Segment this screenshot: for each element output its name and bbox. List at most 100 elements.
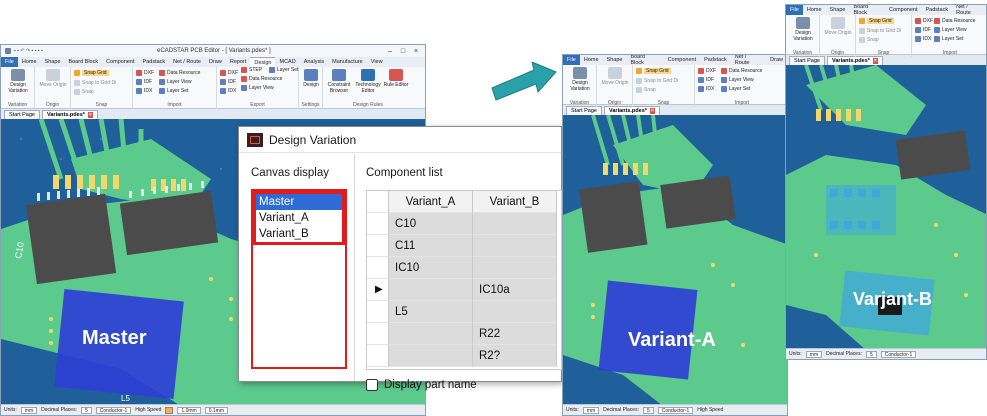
design-variation-button[interactable]: Design Variation	[565, 67, 595, 92]
import-data-resource[interactable]: Data Resource	[721, 68, 762, 74]
import-data-resource[interactable]: Data Resource	[159, 70, 200, 76]
variant-item-master[interactable]: Master	[256, 194, 342, 210]
snap-item-3[interactable]: Snap	[74, 89, 94, 95]
tab-design[interactable]: Design	[250, 57, 276, 67]
tab-net-route[interactable]: Net / Route	[731, 55, 766, 66]
import-idx[interactable]: IDX	[136, 88, 152, 94]
export-idx[interactable]: IDX	[220, 88, 236, 94]
column-header-variant-a[interactable]: Variant_A	[389, 191, 473, 213]
import-layer-set[interactable]: Layer Set	[934, 36, 963, 42]
tab-board-block[interactable]: Board Block	[64, 57, 102, 67]
decimal-places-select[interactable]: 5	[80, 406, 92, 414]
variant-item-b[interactable]: Variant_B	[256, 226, 342, 242]
import-idx[interactable]: IDX	[915, 36, 931, 42]
tab-start-page[interactable]: Start Page	[566, 106, 602, 115]
export-layer-set[interactable]: Layer Set	[269, 67, 298, 73]
import-idf[interactable]: IDF	[915, 27, 931, 33]
tab-home[interactable]: Home	[18, 57, 41, 67]
tab-padstack[interactable]: Padstack	[921, 5, 952, 15]
layer-select[interactable]: Conductor-1	[657, 406, 694, 414]
tab-manufacture[interactable]: Manufacture	[328, 57, 367, 67]
minimize-icon[interactable]: –	[385, 48, 395, 55]
tab-report[interactable]: Report	[226, 57, 251, 67]
tab-analysis[interactable]: Analysis	[300, 57, 328, 67]
rule-editor-button[interactable]: Rule Editor	[383, 69, 409, 88]
snap-item-2[interactable]: Snap to Grid Di	[74, 80, 116, 86]
move-origin-button[interactable]: Move Origin	[599, 67, 631, 86]
move-origin-button[interactable]: Move Origin	[37, 69, 69, 88]
tab-view[interactable]: View	[367, 57, 387, 67]
export-data-resource[interactable]: Data Resource	[241, 76, 282, 82]
import-layer-set[interactable]: Layer Set	[159, 88, 188, 94]
tab-variants-pdes[interactable]: Variants.pdes* ×	[827, 56, 883, 65]
move-origin-button[interactable]: Move Origin	[822, 17, 854, 36]
units-select[interactable]: mm	[805, 350, 823, 358]
table-row[interactable]: ▶ IC10a	[367, 279, 561, 301]
maximize-icon[interactable]: □	[398, 48, 408, 55]
table-row[interactable]: C11	[367, 235, 561, 257]
component-grid[interactable]: Variant_A Variant_B C10 C11 IC10 ▶ IC10a…	[366, 190, 562, 370]
units-select[interactable]: mm	[20, 406, 38, 414]
snap-item-3[interactable]: Snap	[636, 87, 656, 93]
design-settings-button[interactable]: Design	[301, 69, 321, 88]
design-variation-button[interactable]: Design Variation	[788, 17, 818, 42]
display-part-name-checkbox[interactable]	[366, 379, 378, 391]
tab-board-block[interactable]: Board Block	[849, 5, 885, 16]
import-layer-set[interactable]: Layer Set	[721, 86, 750, 92]
tab-component[interactable]: Component	[102, 57, 138, 67]
grid-size-1[interactable]: 1.0mm	[177, 406, 201, 414]
decimal-places-select[interactable]: 5	[642, 406, 654, 414]
pcb-canvas-variant-a[interactable]	[563, 115, 787, 406]
tab-draw[interactable]: Draw	[766, 55, 787, 65]
tab-file[interactable]: File	[1, 57, 18, 67]
table-row[interactable]: L5	[367, 301, 561, 323]
route-mode-icon[interactable]	[165, 406, 174, 414]
snap-grid-button[interactable]: Snap Grid	[74, 70, 109, 76]
close-icon[interactable]: ×	[411, 48, 421, 55]
tab-component[interactable]: Component	[885, 5, 921, 15]
column-header-variant-b[interactable]: Variant_B	[473, 191, 557, 213]
tab-home[interactable]: Home	[580, 55, 603, 65]
display-part-name-row[interactable]: Display part name	[366, 379, 477, 391]
tab-draw[interactable]: Draw	[205, 57, 226, 67]
export-dxf[interactable]: DXF	[220, 70, 238, 76]
import-layer-view[interactable]: Layer View	[721, 77, 754, 83]
import-dxf[interactable]: DXF	[915, 18, 933, 24]
export-idf[interactable]: IDF	[220, 79, 236, 85]
import-idf[interactable]: IDF	[136, 79, 152, 85]
tab-padstack[interactable]: Padstack	[139, 57, 170, 67]
design-variation-button[interactable]: Design Variation	[3, 69, 33, 94]
snap-grid-button[interactable]: Snap Grid	[859, 18, 894, 24]
tab-net-route[interactable]: Net / Route	[169, 57, 205, 67]
variant-listbox[interactable]: Master Variant_A Variant_B	[251, 189, 347, 369]
variant-item-a[interactable]: Variant_A	[256, 210, 342, 226]
layer-select[interactable]: Conductor-1	[95, 406, 132, 414]
tab-variants-pdes[interactable]: Variants.pdes* ×	[42, 110, 98, 119]
table-row[interactable]: C10	[367, 213, 561, 235]
import-idf[interactable]: IDF	[698, 77, 714, 83]
close-tab-icon[interactable]: ×	[87, 112, 93, 118]
decimal-places-select[interactable]: 5	[865, 350, 877, 358]
export-layer-view[interactable]: Layer View	[241, 85, 274, 91]
units-select[interactable]: mm	[582, 406, 600, 414]
tab-mcad[interactable]: MCAD	[275, 57, 299, 67]
import-dxf[interactable]: DXF	[136, 70, 154, 76]
technology-editor-button[interactable]: Technology Editor	[354, 69, 382, 94]
import-data-resource[interactable]: Data Resource	[934, 18, 975, 24]
table-row[interactable]: R22	[367, 323, 561, 345]
layer-select[interactable]: Conductor-1	[880, 350, 917, 358]
snap-item-2[interactable]: Snap to Grid Di	[636, 78, 678, 84]
tab-shape[interactable]: Shape	[603, 55, 627, 65]
import-dxf[interactable]: DXF	[698, 68, 716, 74]
quick-access-toolbar[interactable]: ▪ ▪ ↶ ↷ ▪ ▪ ▪ ▪	[14, 48, 43, 54]
table-row[interactable]: IC10	[367, 257, 561, 279]
tab-start-page[interactable]: Start Page	[4, 110, 40, 119]
close-tab-icon[interactable]: ×	[872, 58, 878, 64]
snap-item-2[interactable]: Snap to Grid Di	[859, 28, 901, 34]
export-step[interactable]: STEP	[241, 67, 262, 73]
tab-variants-pdes[interactable]: Variants.pdes* ×	[604, 106, 660, 115]
tab-board-block[interactable]: Board Block	[626, 55, 663, 66]
tab-component[interactable]: Component	[664, 55, 700, 65]
tab-shape[interactable]: Shape	[826, 5, 850, 15]
constraint-browser-button[interactable]: Constraint Browser	[325, 69, 353, 94]
